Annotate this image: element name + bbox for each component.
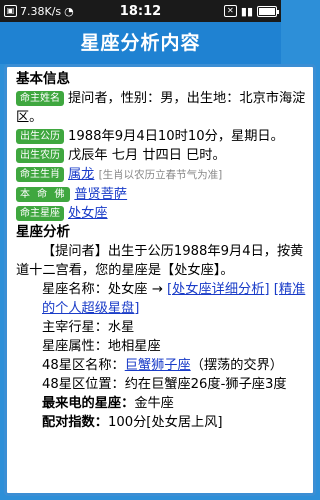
name-row: 命主姓名 提问者，性别：男，出生地：北京市海淀区。 [16, 89, 309, 127]
sign-name-label: 星座名称：处女座 → [42, 282, 167, 297]
sign-attribute: 星座属性：地相星座 [42, 339, 161, 354]
best-match-row: 最来电的星座：金牛座 [16, 394, 309, 413]
zone48-label: 48星区名称： [42, 358, 125, 373]
name-tag: 命主姓名 [16, 91, 64, 106]
status-right: ✕ ▮▮ [223, 4, 279, 18]
zone48-link[interactable]: 巨蟹狮子座 [125, 358, 191, 373]
solar-text: 1988年9月4日10时10分，星期日。 [68, 129, 284, 144]
network-speed: 7.38K/s [20, 4, 62, 18]
sign-detail-link[interactable]: [处女座详细分析] [167, 282, 270, 297]
content-panel: 基本信息 命主姓名 提问者，性别：男，出生地：北京市海淀区。 出生公历 1988年9… [4, 64, 316, 496]
lunar-text: 戊辰年 七月 廿四日 巳时。 [68, 148, 226, 163]
solar-tag: 出生公历 [16, 129, 64, 144]
lunar-tag: 出生农历 [16, 148, 64, 163]
buddha-link[interactable]: 普贤菩萨 [74, 187, 127, 202]
best-match-label: 最来电的星座： [42, 396, 135, 411]
buddha-tag: 本 命 佛 [16, 187, 71, 202]
buddha-row: 本 命 佛普贤菩萨 [16, 185, 309, 204]
ruling-star: 主宰行星：水星 [42, 320, 135, 335]
sign-tag: 命主星座 [16, 206, 64, 221]
sign-name-row: 星座名称：处女座 → [处女座详细分析] [精准的个人超级星盘] [16, 280, 309, 318]
solar-row: 出生公历 1988年9月4日10时10分，星期日。 [16, 127, 309, 146]
zodiac-row: 命主生肖 属龙 [生肖以农历立春节气为准] [16, 165, 309, 185]
zodiac-link[interactable]: 属龙 [68, 167, 94, 182]
zodiac-note: [生肖以农历立春节气为准] [98, 169, 223, 181]
sign-link[interactable]: 处女座 [68, 206, 108, 221]
signal-icon: ▮▮ [240, 4, 253, 18]
analysis-heading: 星座分析 [16, 224, 70, 240]
match-index-value: 100分[处女居上风] [107, 415, 223, 430]
app-notification-icon: ▣ [4, 5, 17, 17]
analysis-intro: 【提问者】出生于公历1988年9月4日，按黄道十二宫看，您的星座是【处女座】。 [16, 244, 304, 278]
zone48-suffix: （摆荡的交界） [190, 358, 283, 373]
page-title: 星座分析内容 [0, 22, 281, 64]
wifi-icon: ◔ [64, 4, 74, 18]
match-index-row: 配对指数：100分[处女居上风] [16, 413, 309, 432]
no-sim-icon: ✕ [223, 5, 237, 17]
status-bar: ▣ 7.38K/s ◔ 18:12 ✕ ▮▮ [0, 0, 281, 22]
sign-row: 命主星座 处女座 [16, 204, 309, 223]
best-match-value: 金牛座 [134, 396, 174, 411]
lunar-row: 出生农历 戊辰年 七月 廿四日 巳时。 [16, 146, 309, 165]
status-left: ▣ 7.38K/s ◔ [4, 5, 74, 18]
zone48-position: 48星区位置：约在巨蟹座26度-狮子座3度 [42, 377, 287, 392]
zodiac-tag: 命主生肖 [16, 167, 64, 182]
zone48-row: 48星区名称：巨蟹狮子座（摆荡的交界） [16, 356, 309, 375]
basic-info-heading: 基本信息 [16, 71, 70, 87]
match-index-label: 配对指数： [42, 415, 108, 430]
battery-icon [257, 5, 279, 17]
